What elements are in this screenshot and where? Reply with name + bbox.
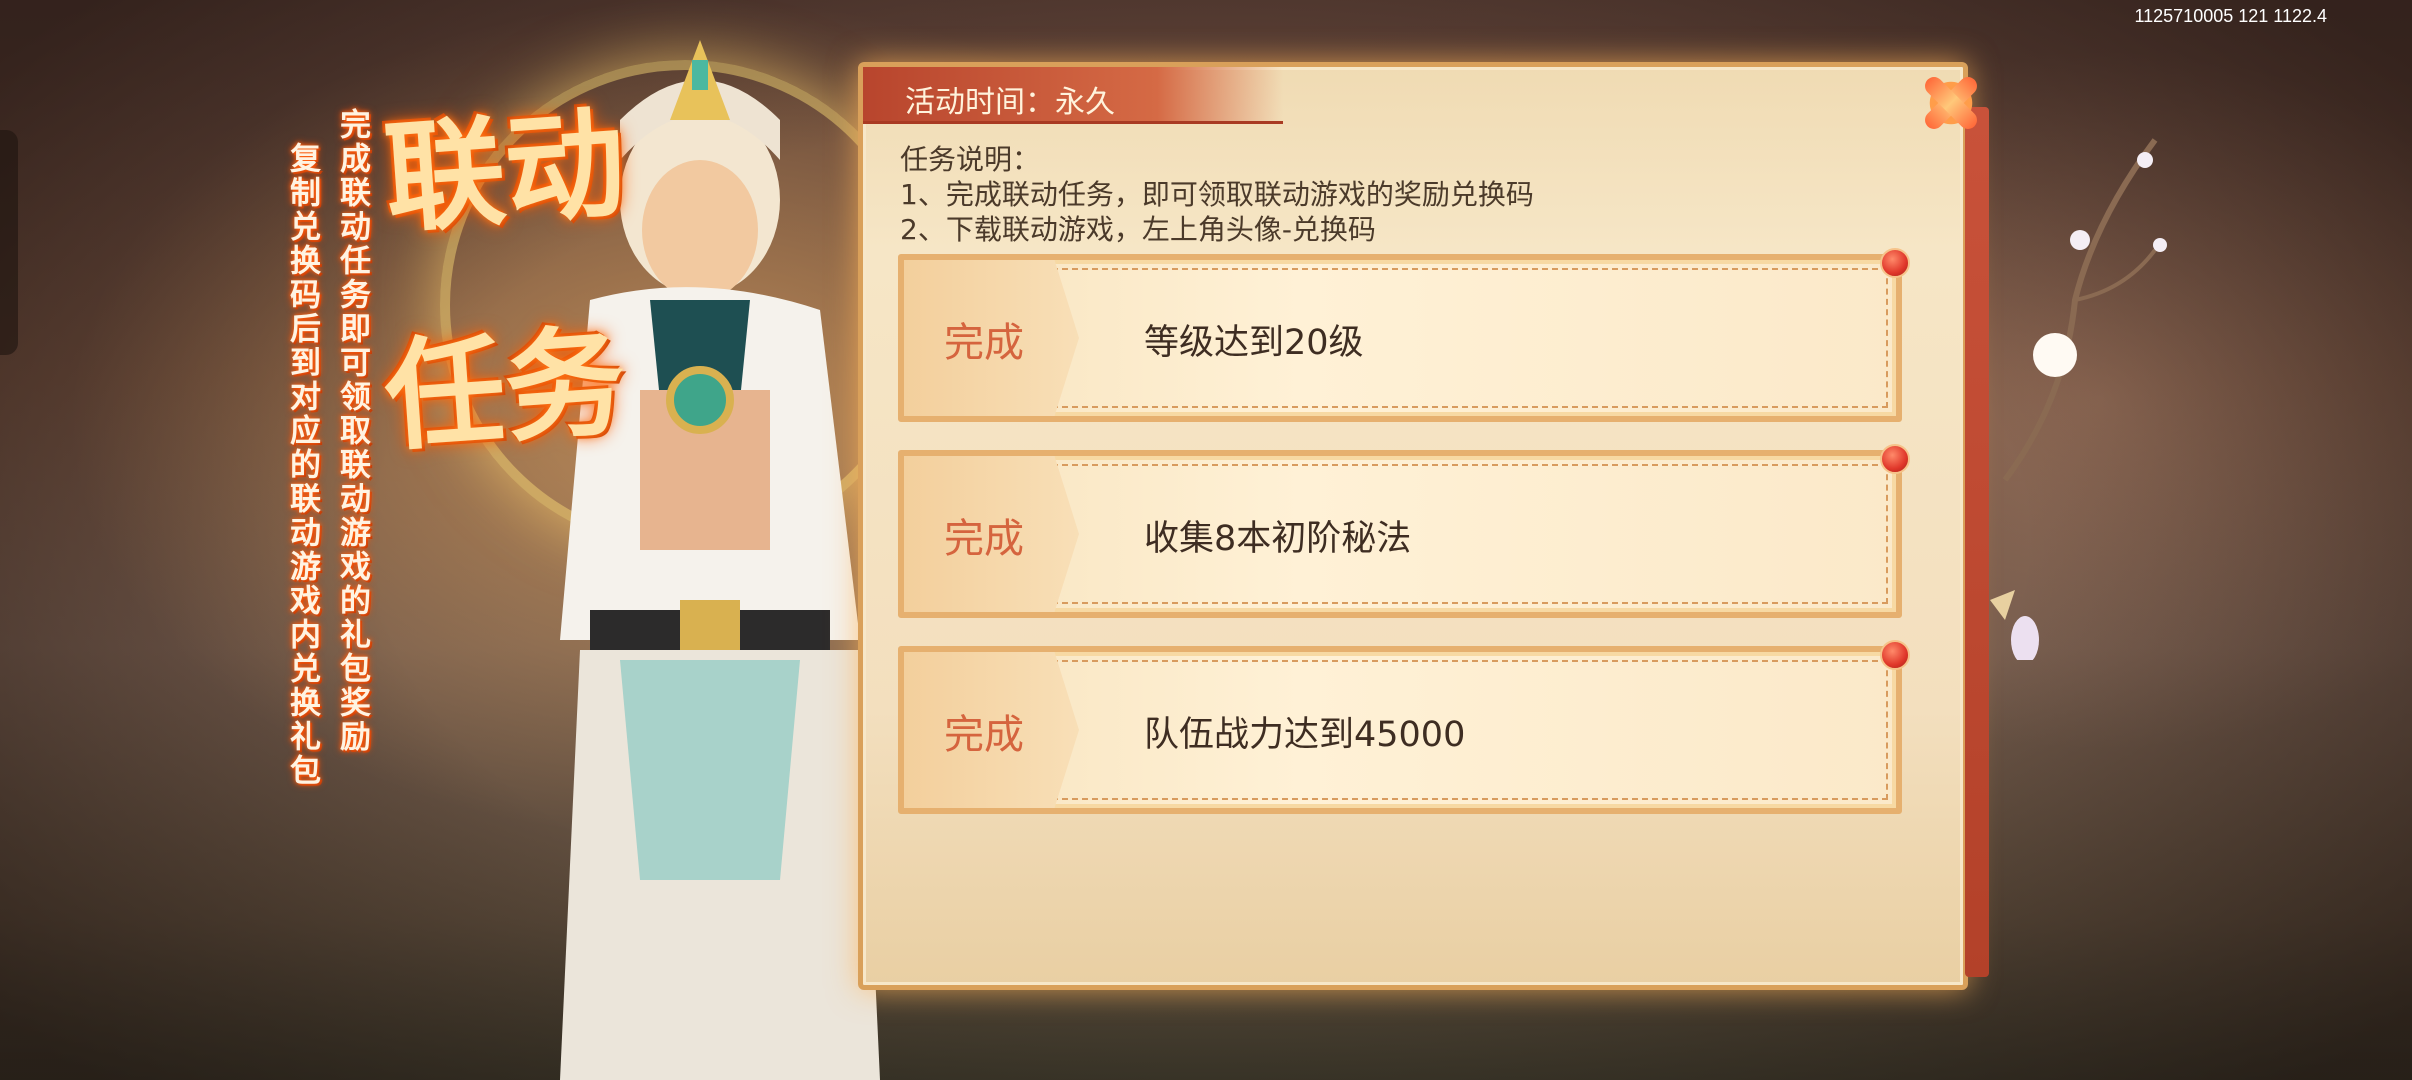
plum-branch [1990, 138, 2167, 660]
task-text: 收集8本初阶秘法 [1144, 519, 1412, 559]
task-card[interactable]: 完成 队伍战力达到45000 [898, 640, 1910, 814]
banner-instruction-2: 复制兑换码后到对应的联动游戏内兑换礼包 [284, 142, 320, 788]
activity-time-label: 活动时间：永久 [905, 85, 1115, 120]
title-line-1: 联动 [380, 92, 630, 251]
task-text: 等级达到20级 [1144, 323, 1364, 363]
task-card[interactable]: 完成 收集8本初阶秘法 [898, 444, 1910, 618]
description-line-2: 2、下载联动游戏，左上角头像-兑换码 [900, 213, 1376, 246]
task-text: 队伍战力达到45000 [1144, 715, 1466, 755]
task-card[interactable]: 完成 等级达到20级 [898, 248, 1910, 422]
panel-header: 活动时间：永久 [863, 67, 1283, 124]
red-dot-icon [1880, 248, 1910, 278]
debug-info: 1125710005 121 1122.4 [2134, 6, 2327, 26]
banner-instruction-1: 完成联动任务即可领取联动游戏的礼包奖励 [334, 108, 370, 754]
task-complete-label: 完成 [944, 712, 1024, 758]
description-title: 任务说明： [900, 143, 1041, 176]
red-dot-icon [1880, 640, 1910, 670]
task-complete-label: 完成 [944, 320, 1024, 366]
task-description: 任务说明： 1、完成联动任务，即可领取联动游戏的奖励兑换码 2、下载联动游戏，左… [900, 142, 1534, 247]
side-edge-tab[interactable] [0, 130, 18, 355]
description-line-1: 1、完成联动任务，即可领取联动游戏的奖励兑换码 [900, 178, 1534, 211]
task-complete-label: 完成 [944, 516, 1024, 562]
title-line-2: 任务 [380, 310, 630, 469]
red-dot-icon [1880, 444, 1910, 474]
